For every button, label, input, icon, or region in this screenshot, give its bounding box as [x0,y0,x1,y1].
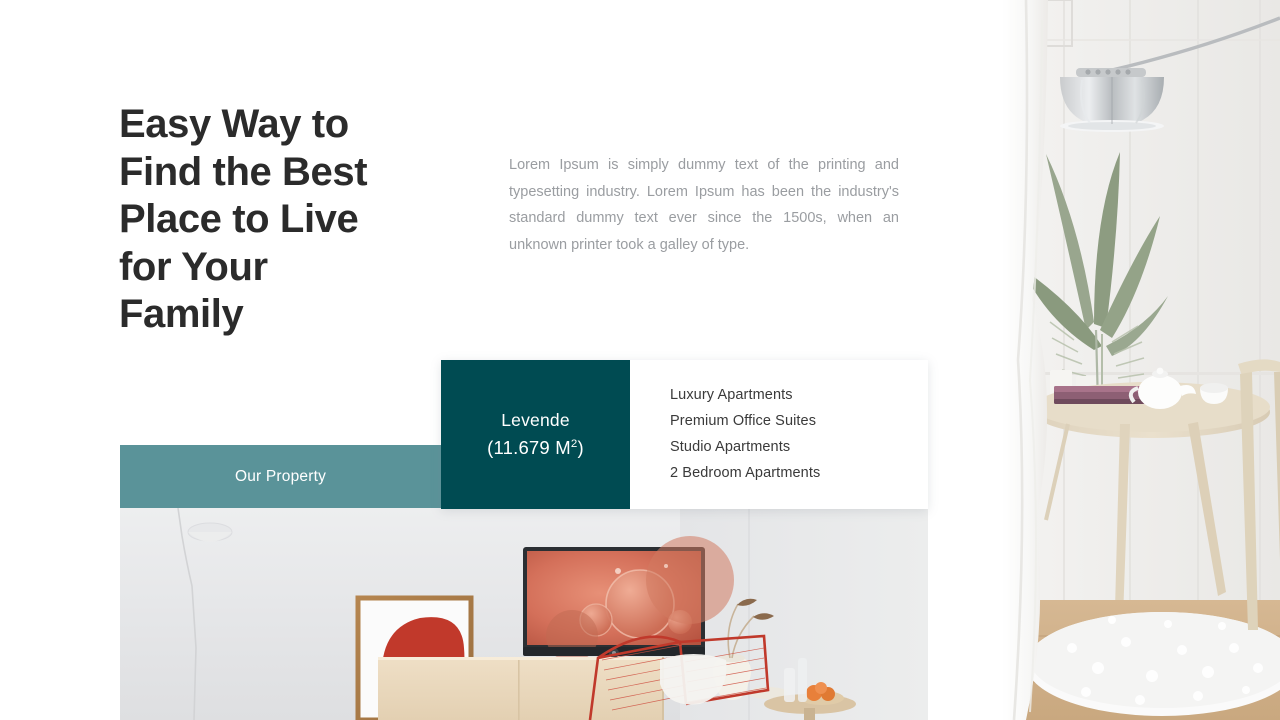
property-area-prefix: (11.679 M [487,437,571,458]
living-room-photo-illustration [120,508,928,720]
list-item: Luxury Apartments [670,387,793,404]
list-item: Studio Apartments [670,439,791,456]
property-area: (11.679 M2) [487,437,584,459]
list-item: 2 Bedroom Apartments [670,465,821,482]
interior-corner-photo [1002,0,1280,720]
lead-paragraph: Lorem Ipsum is simply dummy text of the … [509,157,899,253]
property-info-card: Levende (11.679 M2) Luxury Apartments Pr… [441,360,928,509]
our-property-ribbon[interactable]: Our Property [120,445,441,508]
living-room-photo [120,508,928,720]
our-property-label: Our Property [234,467,327,485]
slide-canvas: Easy Way to Find the Best Place to Live … [0,0,1280,720]
page-title: Easy Way to Find the Best Place to Live … [119,102,368,336]
interior-corner-photo-illustration [1002,0,1280,720]
amenities-list: Luxury Apartments Premium Office Suites … [630,360,928,509]
list-item: Premium Office Suites [670,413,817,430]
property-area-suffix: ) [577,437,584,458]
property-metric-block: Levende (11.679 M2) [441,360,630,509]
property-name: Levende [501,410,570,430]
